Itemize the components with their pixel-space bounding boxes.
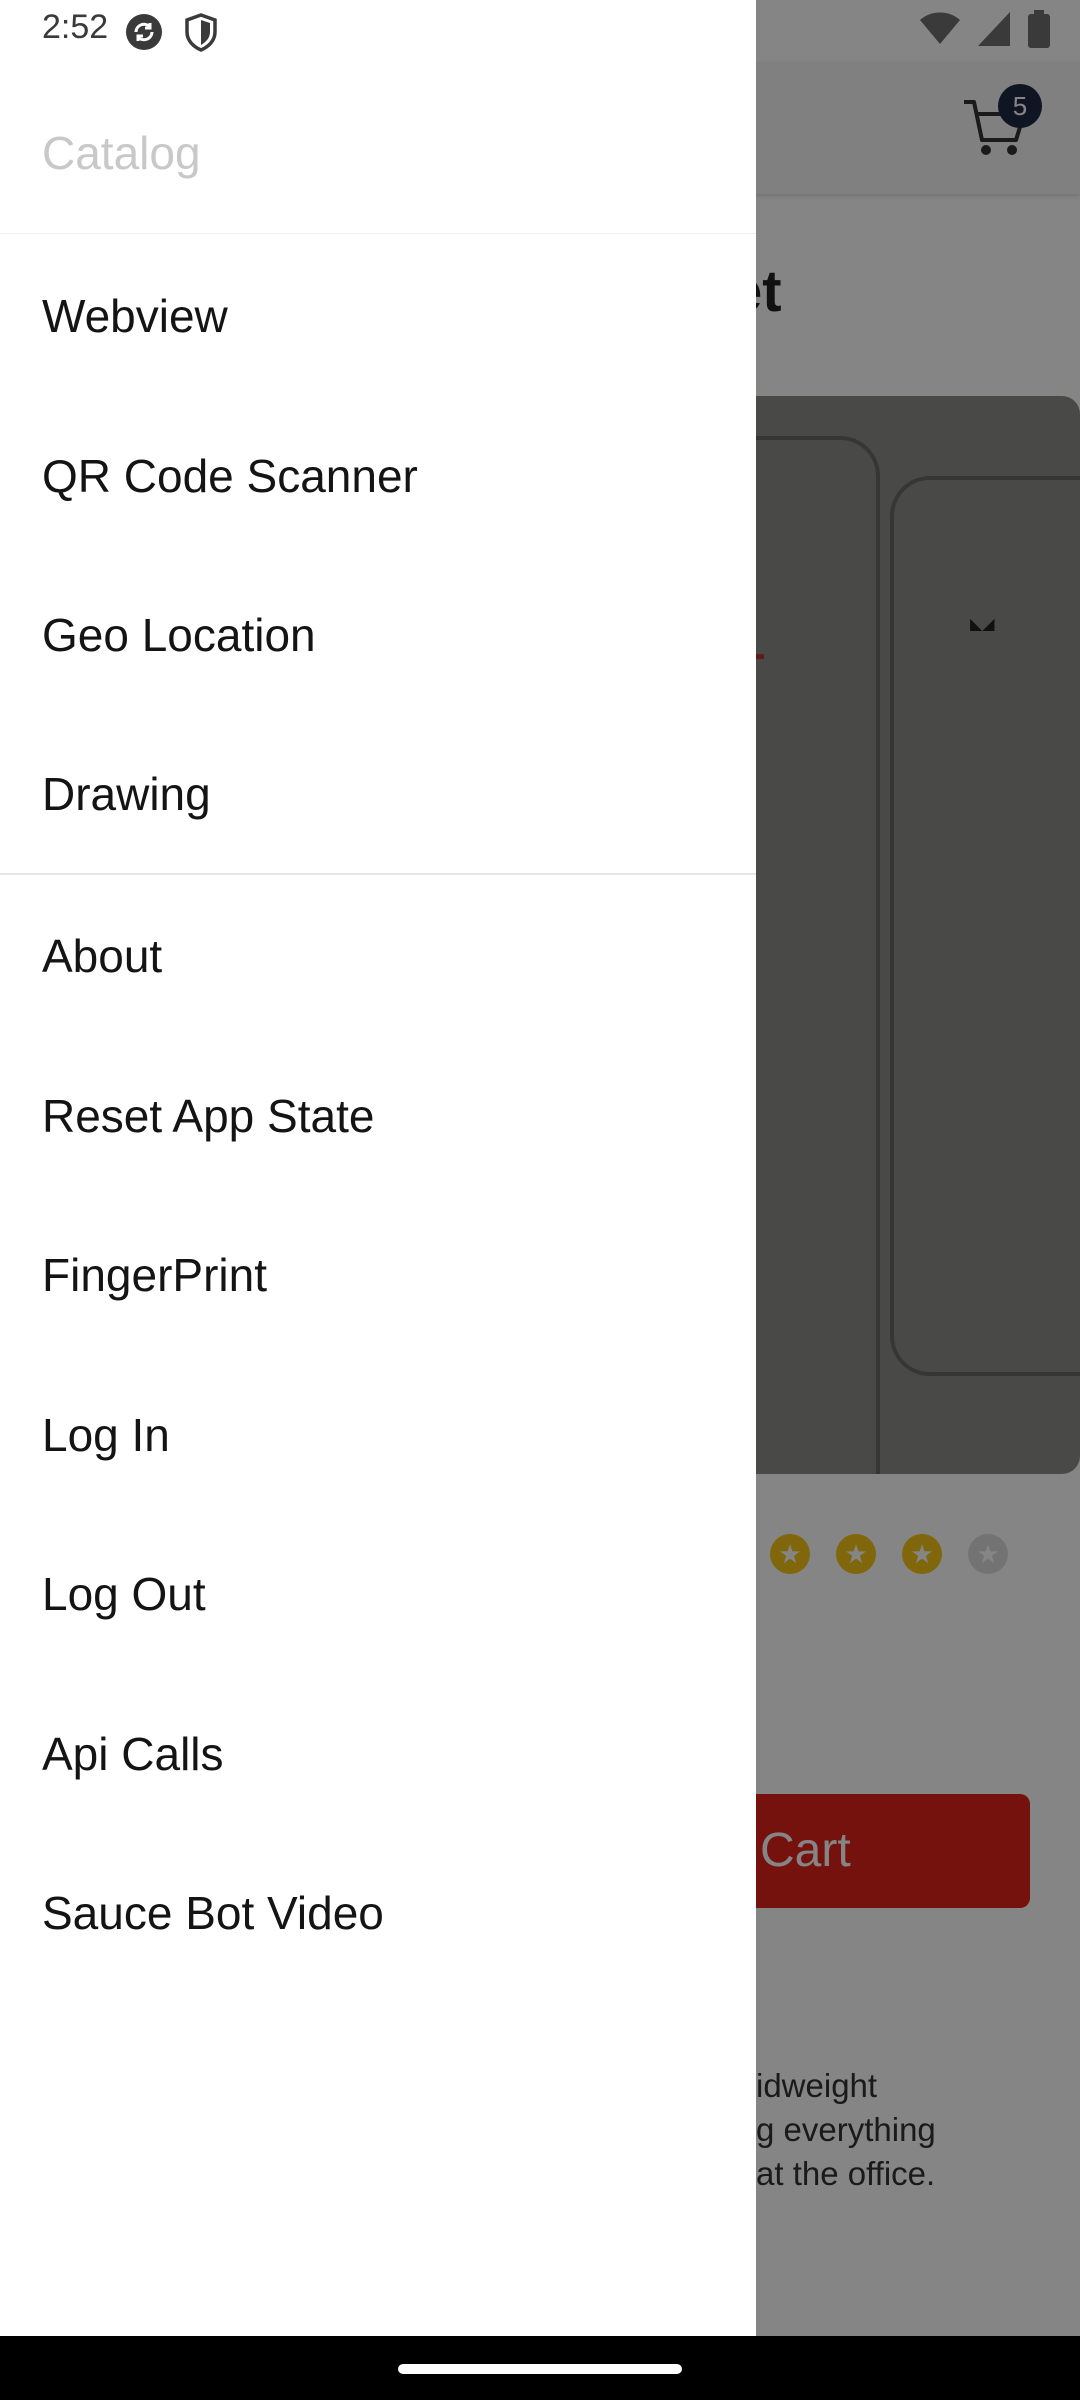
shield-icon <box>185 13 217 52</box>
drawer-title-catalog[interactable]: Catalog <box>42 126 201 180</box>
menu-item-label: Geo Location <box>42 609 316 661</box>
menu-item-log-in[interactable]: Log In <box>0 1355 756 1515</box>
sync-icon <box>126 14 162 50</box>
menu-item-api-calls[interactable]: Api Calls <box>0 1674 756 1834</box>
menu-item-label: About <box>42 930 163 982</box>
battery-icon <box>1028 10 1050 48</box>
menu-item-label: Api Calls <box>42 1728 224 1780</box>
menu-item-label: FingerPrint <box>42 1249 267 1301</box>
status-bar: 2:52 <box>0 0 1080 62</box>
menu-item-log-out[interactable]: Log Out <box>0 1514 756 1674</box>
menu-item-about[interactable]: About <box>0 876 756 1036</box>
menu-item-geo-location[interactable]: Geo Location <box>0 555 756 715</box>
navigation-drawer: Catalog Webview QR Code Scanner Geo Loca… <box>0 0 756 2336</box>
menu-item-drawing[interactable]: Drawing <box>0 714 756 874</box>
drawer-header: Catalog <box>0 62 756 234</box>
menu-item-webview[interactable]: Webview <box>0 236 756 396</box>
menu-item-fingerprint[interactable]: FingerPrint <box>0 1195 756 1355</box>
menu-item-label: Drawing <box>42 768 211 820</box>
menu-item-qr-code-scanner[interactable]: QR Code Scanner <box>0 396 756 556</box>
menu-item-label: Log Out <box>42 1568 206 1620</box>
menu-divider <box>0 873 756 875</box>
home-gesture-handle[interactable] <box>398 2364 682 2374</box>
system-navigation-bar <box>0 2336 1080 2400</box>
menu-item-label: Reset App State <box>42 1090 375 1142</box>
status-time: 2:52 <box>42 8 109 46</box>
menu-item-label: QR Code Scanner <box>42 450 418 502</box>
signal-icon <box>978 12 1010 46</box>
wifi-icon <box>920 12 960 44</box>
menu-item-sauce-bot-video[interactable]: Sauce Bot Video <box>0 1833 756 1993</box>
menu-item-reset-app-state[interactable]: Reset App State <box>0 1036 756 1196</box>
menu-item-label: Webview <box>42 290 228 342</box>
menu-item-label: Sauce Bot Video <box>42 1887 384 1939</box>
menu-item-label: Log In <box>42 1409 170 1461</box>
